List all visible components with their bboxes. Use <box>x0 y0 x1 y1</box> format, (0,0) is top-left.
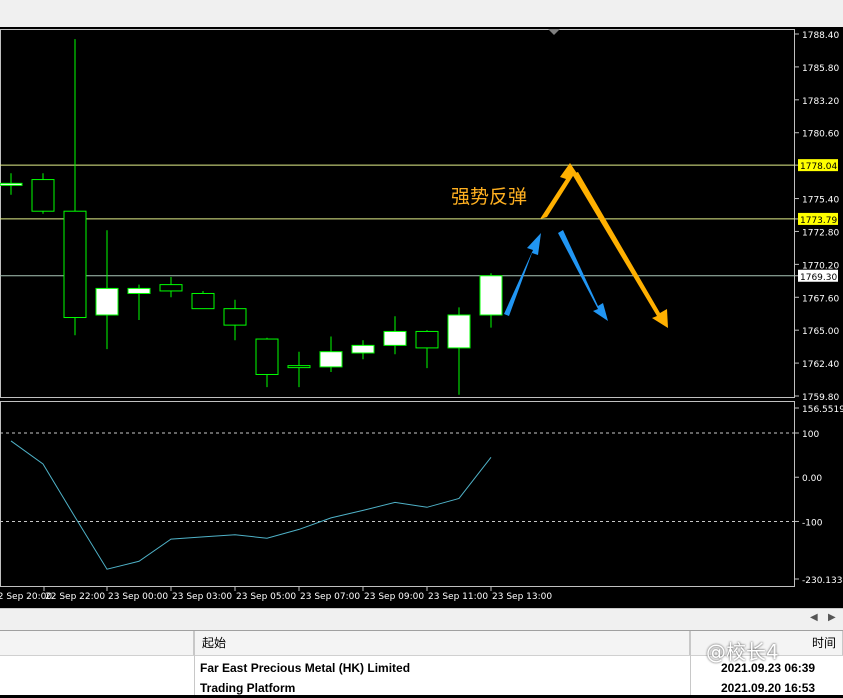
candle-body <box>255 338 279 375</box>
y-tick-label: 1762.40 <box>802 360 839 370</box>
candle-body <box>191 292 215 310</box>
candle-body <box>0 182 23 186</box>
arrows <box>504 163 668 328</box>
y-tick-label: 1780.60 <box>802 130 839 140</box>
table-row[interactable]: Trading Platform 2021.09.20 16:53 <box>0 678 843 698</box>
candle-body <box>479 275 503 316</box>
x-tick-label: 23 Sep 09:00 <box>364 592 424 602</box>
x-tick-label: 23 Sep 00:00 <box>108 592 168 602</box>
candle-body <box>287 365 311 369</box>
y-tick-label: 1785.80 <box>802 64 839 74</box>
oscillator-line <box>10 440 492 570</box>
candle-body <box>415 330 439 349</box>
y-tick-label: 1788.40 <box>802 31 839 41</box>
row-time: 2021.09.20 16:53 <box>721 681 816 695</box>
candle-body <box>319 351 343 368</box>
chart-scrollbar[interactable]: ◀ ▶ <box>0 608 843 631</box>
y-tick-label: 1772.80 <box>802 228 839 238</box>
price-label: 1778.04 <box>800 162 837 172</box>
chart-shift-marker <box>548 29 560 35</box>
x-tick-label: 22 Sep 22:00 <box>45 592 105 602</box>
y-tick-label: 1759.80 <box>802 393 839 403</box>
scroll-right-icon[interactable]: ▶ <box>828 612 836 623</box>
candle-body <box>159 284 183 292</box>
candle-body <box>63 210 87 319</box>
y-tick-label: 1775.40 <box>802 196 839 206</box>
osc-y-tick-label: -230.1334 <box>802 576 843 586</box>
candle-body <box>31 179 55 212</box>
osc-y-tick-label: -100 <box>802 518 823 528</box>
x-tick-label: 23 Sep 11:00 <box>428 592 488 602</box>
osc-y-tick-label: 156.5519 <box>802 405 843 415</box>
price-label: 1769.30 <box>800 273 837 283</box>
row-name: Trading Platform <box>200 681 296 695</box>
scroll-left-icon[interactable]: ◀ <box>810 612 818 623</box>
header-name[interactable] <box>0 631 194 655</box>
osc-y-tick-label: 0.00 <box>802 474 822 484</box>
candle-body <box>223 308 247 326</box>
orange-arrow-up <box>540 163 580 219</box>
candle-body <box>95 287 119 316</box>
x-tick-label: 23 Sep 13:00 <box>492 592 552 602</box>
oscillator-panel-frame <box>0 401 795 587</box>
x-tick-label: 23 Sep 05:00 <box>236 592 296 602</box>
x-tick-label: 23 Sep 07:00 <box>300 592 360 602</box>
candle-body <box>127 287 151 294</box>
header-from[interactable]: 起始 <box>194 631 690 655</box>
row-name: Far East Precious Metal (HK) Limited <box>200 661 411 675</box>
price-label: 1773.79 <box>800 216 837 226</box>
top-window-strip <box>0 0 843 27</box>
y-tick-label: 1783.20 <box>802 97 839 107</box>
annotation-text: 强势反弹 <box>451 186 527 208</box>
y-tick-label: 1767.60 <box>802 294 839 304</box>
candle-body <box>447 314 471 349</box>
blue-arrow-up <box>504 233 541 316</box>
y-tick-label: 1765.00 <box>802 327 839 337</box>
candle-body <box>351 344 375 354</box>
watermark: @校长4 <box>706 640 779 664</box>
x-tick-label: 23 Sep 03:00 <box>172 592 232 602</box>
orange-arrow-down <box>572 172 668 328</box>
candle-body <box>383 330 407 346</box>
osc-y-tick-label: 100 <box>802 430 819 440</box>
price-chart: 1788.40 1785.80 1783.20 1780.60 1778.04 1775.… <box>0 29 843 602</box>
